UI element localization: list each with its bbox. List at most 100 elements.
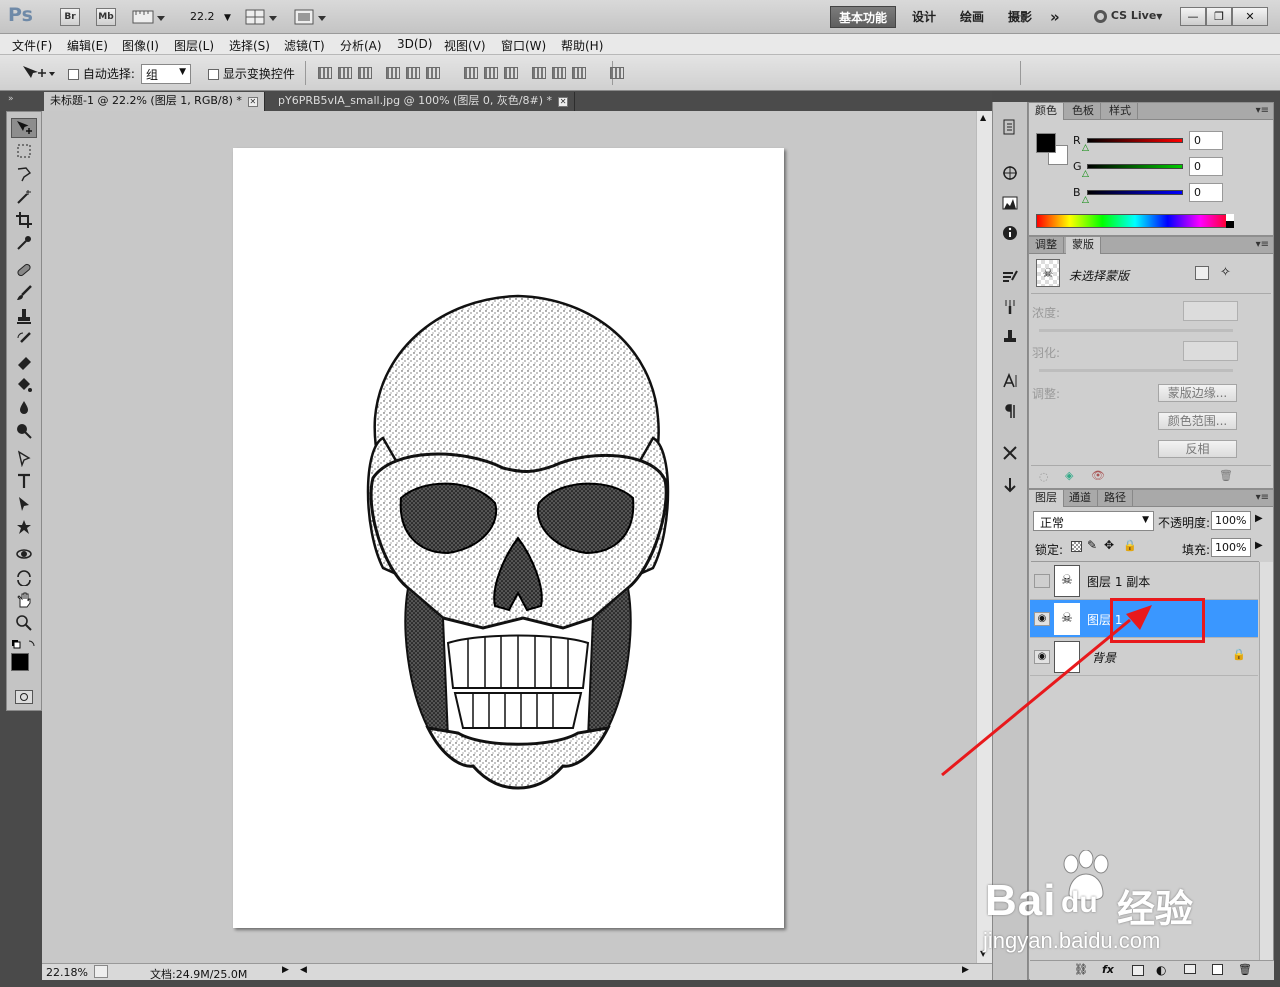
tab-channels[interactable]: 通道 [1063, 490, 1098, 507]
tab-masks[interactable]: 蒙版 [1066, 237, 1101, 254]
blur-tool[interactable] [11, 398, 37, 418]
red-slider[interactable] [1087, 138, 1183, 143]
lock-all-icon[interactable]: 🔒 [1123, 539, 1137, 552]
menu-edit[interactable]: 编辑(E) [67, 37, 108, 54]
distribute-horizontal-center-icon[interactable] [552, 67, 566, 79]
crop-tool[interactable] [11, 210, 37, 230]
3d-rotate-tool[interactable] [11, 544, 37, 564]
history-panel-button[interactable] [999, 116, 1021, 138]
lock-position-icon[interactable]: ✥ [1104, 538, 1114, 552]
group-icon[interactable] [1184, 964, 1196, 974]
menu-view[interactable]: 视图(V) [444, 37, 486, 54]
path-selection-tool[interactable] [11, 494, 37, 514]
close-icon[interactable]: ✕ [558, 97, 569, 107]
new-layer-icon[interactable] [1212, 964, 1223, 975]
align-left-icon[interactable] [386, 67, 400, 79]
menu-filter[interactable]: 滤镜(T) [284, 37, 325, 54]
align-top-icon[interactable] [318, 67, 332, 79]
auto-select-checkbox[interactable]: 自动选择: [68, 65, 135, 82]
arrange-documents-dropdown[interactable] [245, 8, 279, 26]
scroll-up-arrow-icon[interactable]: ▲ [980, 113, 986, 122]
slider-thumb-icon[interactable]: △ [1082, 195, 1089, 205]
menu-image[interactable]: 图像(I) [122, 37, 159, 54]
disable-mask-icon[interactable]: 👁 [1091, 469, 1105, 482]
document-canvas[interactable] [233, 148, 784, 928]
red-value-input[interactable]: 0 [1189, 131, 1223, 150]
3d-orbit-tool[interactable] [11, 567, 37, 587]
align-bottom-icon[interactable] [358, 67, 372, 79]
tab-paths[interactable]: 路径 [1098, 490, 1133, 507]
distribute-right-icon[interactable] [572, 67, 586, 79]
distribute-top-icon[interactable] [464, 67, 478, 79]
add-pixel-mask-icon[interactable] [1195, 266, 1209, 280]
menu-layer[interactable]: 图层(L) [174, 37, 214, 54]
clone-source-panel-button[interactable] [999, 326, 1021, 348]
status-info-icon[interactable] [94, 965, 108, 978]
tool-preset-picker[interactable] [20, 63, 56, 83]
add-vector-mask-icon[interactable]: ✧ [1220, 265, 1231, 280]
minimize-button[interactable]: — [1180, 7, 1206, 26]
clone-stamp-tool[interactable] [11, 306, 37, 326]
collapse-panel-icon[interactable]: » [8, 94, 14, 104]
invert-button[interactable]: 反相 [1158, 440, 1237, 458]
apply-mask-icon[interactable]: ◈ [1065, 469, 1073, 482]
slider-thumb-icon[interactable]: △ [1082, 169, 1089, 179]
type-tool[interactable] [11, 471, 37, 491]
tab-swatches[interactable]: 色板 [1066, 103, 1101, 120]
adjustment-icon[interactable]: ◐ [1156, 963, 1166, 977]
pen-tool[interactable] [11, 448, 37, 468]
zoom-level-dropdown[interactable]: 22.2 ▼ [190, 10, 231, 23]
color-range-button[interactable]: 颜色范围... [1158, 412, 1237, 430]
cs-live-button[interactable]: CS Live▼ [1094, 9, 1162, 23]
info-panel-button[interactable] [999, 222, 1021, 244]
slider-thumb-icon[interactable]: △ [1082, 143, 1089, 153]
status-menu-arrow-icon[interactable]: ▶ [282, 965, 289, 975]
menu-3d[interactable]: 3D(D) [397, 37, 432, 51]
panel-menu-icon[interactable]: ▾≡ [1256, 105, 1269, 116]
brush-presets-panel-button[interactable] [999, 266, 1021, 288]
brush-tool[interactable] [11, 283, 37, 303]
opacity-slider-arrow-icon[interactable]: ▶ [1255, 513, 1263, 524]
green-slider[interactable] [1087, 164, 1183, 169]
marquee-tool[interactable] [11, 141, 37, 161]
paint-bucket-tool[interactable] [11, 375, 37, 395]
menu-help[interactable]: 帮助(H) [561, 37, 603, 54]
green-value-input[interactable]: 0 [1189, 157, 1223, 176]
opacity-input[interactable]: 100% [1211, 511, 1251, 530]
layer-name[interactable]: 图层 1 副本 [1087, 573, 1150, 590]
mask-edge-button[interactable]: 蒙版边缘... [1158, 384, 1237, 402]
align-horizontal-center-icon[interactable] [406, 67, 420, 79]
panel-menu-icon[interactable]: ▾≡ [1256, 492, 1269, 503]
brushes-panel-button[interactable] [999, 296, 1021, 318]
lock-pixels-icon[interactable]: ✎ [1087, 538, 1097, 552]
dodge-tool[interactable] [11, 421, 37, 441]
align-vertical-center-icon[interactable] [338, 67, 352, 79]
layers-scrollbar[interactable] [1259, 562, 1273, 962]
mask-icon[interactable] [1132, 965, 1144, 976]
panel-menu-icon[interactable]: ▾≡ [1256, 239, 1269, 250]
quick-mask-button[interactable] [15, 690, 33, 704]
blend-mode-select[interactable]: 正常 ▼ [1033, 511, 1154, 531]
tab-styles[interactable]: 样式 [1103, 103, 1138, 120]
hand-tool[interactable] [11, 590, 37, 610]
tab-untitled-1[interactable]: 未标题-1 @ 22.2% (图层 1, RGB/8) * ✕ [44, 92, 265, 111]
restore-button[interactable]: ❐ [1206, 7, 1232, 26]
more-workspaces-button[interactable]: » [1042, 6, 1068, 28]
blue-value-input[interactable]: 0 [1189, 183, 1223, 202]
eraser-tool[interactable] [11, 352, 37, 372]
fill-input[interactable]: 100% [1211, 538, 1251, 557]
menu-analysis[interactable]: 分析(A) [340, 37, 382, 54]
workspace-design[interactable]: 设计 [904, 6, 944, 28]
trash-icon[interactable]: 🗑 [1238, 963, 1252, 976]
minibridge-launch-button[interactable]: Mb [96, 8, 116, 26]
link-icon[interactable]: ⛓ [1074, 963, 1088, 976]
shape-tool[interactable] [11, 517, 37, 537]
zoom-percentage[interactable]: 22.18% [46, 966, 88, 979]
show-transform-controls-checkbox[interactable]: 显示变换控件 [208, 65, 295, 82]
lock-transparency-icon[interactable] [1071, 541, 1082, 552]
menu-window[interactable]: 窗口(W) [501, 37, 546, 54]
menu-select[interactable]: 选择(S) [229, 37, 270, 54]
scroll-left-arrow-icon[interactable]: ◀ [300, 965, 307, 975]
notes-panel-button[interactable] [999, 474, 1021, 496]
layer-row-layer-1-copy[interactable]: ☠ 图层 1 副本 [1030, 562, 1258, 600]
